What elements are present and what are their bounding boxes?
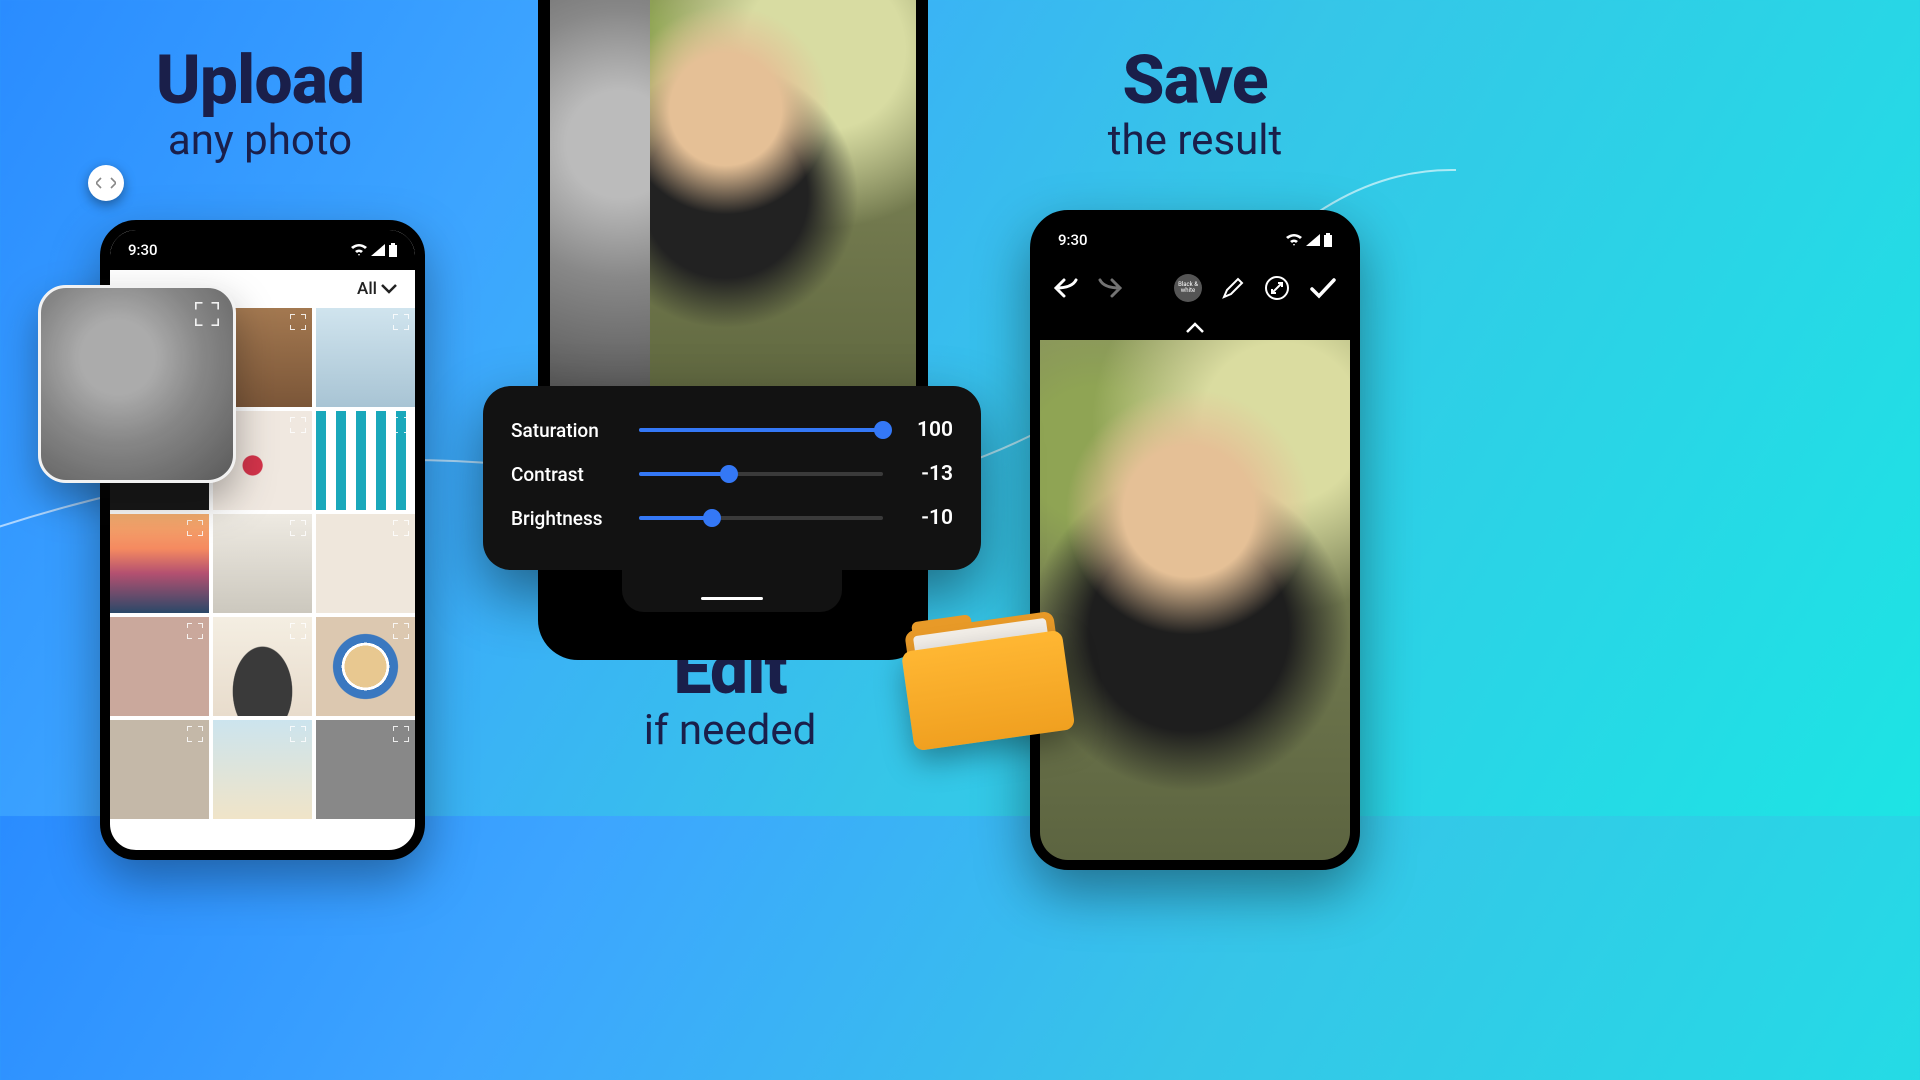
- headline-upload-title: Upload: [85, 40, 435, 120]
- slider-label: Contrast: [511, 463, 621, 486]
- chevron-up-icon: [1185, 322, 1205, 334]
- fullscreen-icon: [393, 314, 409, 330]
- redo-icon[interactable]: [1098, 278, 1122, 298]
- statusbar-icons: [1286, 233, 1332, 247]
- slider-value: -10: [901, 506, 953, 530]
- edit-photo-area: [550, 0, 916, 402]
- gallery-thumb[interactable]: [213, 720, 312, 819]
- headline-save-sub: the result: [1020, 116, 1370, 165]
- slider-row-saturation: Saturation 100: [511, 408, 953, 452]
- slider-value: 100: [901, 418, 953, 442]
- style-preset-chip[interactable]: Black & white: [1174, 274, 1202, 302]
- slider-row-brightness: Brightness -10: [511, 496, 953, 540]
- fullscreen-icon: [393, 623, 409, 639]
- fullscreen-icon: [187, 726, 203, 742]
- gallery-thumb[interactable]: [110, 617, 209, 716]
- gallery-thumb[interactable]: [213, 514, 312, 613]
- selected-photo-preview[interactable]: [38, 285, 236, 483]
- slider-knob[interactable]: [703, 509, 721, 527]
- wifi-icon: [351, 244, 367, 256]
- statusbar: 9:30: [1040, 220, 1350, 260]
- headline-edit-sub: if needed: [560, 706, 900, 755]
- editor-toolbar: Black & white: [1040, 260, 1350, 316]
- edit-photo-bw-overlay: [550, 0, 650, 402]
- slider-knob[interactable]: [720, 465, 738, 483]
- panel-handle[interactable]: [622, 560, 842, 612]
- statusbar-time: 9:30: [1058, 231, 1088, 249]
- folder-icon: [897, 601, 1085, 763]
- battery-icon: [1324, 233, 1332, 247]
- fullscreen-icon: [393, 417, 409, 433]
- wifi-icon: [1286, 234, 1302, 246]
- statusbar: 9:30: [110, 230, 415, 270]
- fullscreen-icon: [290, 726, 306, 742]
- fullscreen-icon: [195, 302, 219, 326]
- slider-track[interactable]: [639, 428, 883, 432]
- headline-upload-sub: any photo: [85, 116, 435, 165]
- fullscreen-icon: [290, 417, 306, 433]
- slider-label: Brightness: [511, 507, 621, 530]
- slider-track[interactable]: [639, 472, 883, 476]
- fullscreen-icon: [393, 520, 409, 536]
- gallery-thumb[interactable]: [316, 308, 415, 407]
- compare-slider-handle[interactable]: [88, 165, 124, 201]
- gallery-thumb[interactable]: [110, 720, 209, 819]
- headline-upload: Upload any photo: [85, 40, 435, 165]
- drag-handle-icon: [701, 597, 763, 600]
- signal-icon: [1306, 234, 1320, 246]
- statusbar-time: 9:30: [128, 241, 158, 259]
- fullscreen-icon: [290, 623, 306, 639]
- gallery-thumb[interactable]: [316, 514, 415, 613]
- checkmark-icon[interactable]: [1310, 277, 1336, 299]
- gallery-thumb[interactable]: [316, 411, 415, 510]
- gallery-thumb[interactable]: [213, 617, 312, 716]
- collapse-chevron[interactable]: [1040, 316, 1350, 340]
- gallery-filter-label: All: [357, 279, 377, 299]
- edit-adjustments-panel: Saturation 100 Contrast -13 Brightness -…: [483, 386, 981, 570]
- fullscreen-icon: [187, 520, 203, 536]
- headline-save: Save the result: [1020, 40, 1370, 165]
- undo-icon[interactable]: [1054, 278, 1078, 298]
- slider-label: Saturation: [511, 419, 621, 442]
- phone-save: 9:30 Black & white: [1030, 210, 1360, 870]
- result-photo: [1040, 340, 1350, 860]
- slider-knob[interactable]: [874, 421, 892, 439]
- battery-icon: [389, 243, 397, 257]
- fullscreen-icon: [393, 726, 409, 742]
- expand-icon[interactable]: [1264, 275, 1290, 301]
- slider-fill: [639, 516, 712, 520]
- slider-fill: [639, 472, 729, 476]
- fullscreen-icon: [290, 520, 306, 536]
- chevron-down-icon: [381, 284, 397, 294]
- slider-row-contrast: Contrast -13: [511, 452, 953, 496]
- slider-fill: [639, 428, 883, 432]
- gallery-thumb[interactable]: [316, 617, 415, 716]
- statusbar-icons: [351, 243, 397, 257]
- gallery-thumb[interactable]: [316, 720, 415, 819]
- fullscreen-icon: [290, 314, 306, 330]
- fullscreen-icon: [187, 623, 203, 639]
- signal-icon: [371, 244, 385, 256]
- gallery-thumb[interactable]: [110, 514, 209, 613]
- headline-save-title: Save: [1020, 40, 1370, 120]
- pencil-icon[interactable]: [1222, 277, 1244, 299]
- slider-track[interactable]: [639, 516, 883, 520]
- slider-value: -13: [901, 462, 953, 486]
